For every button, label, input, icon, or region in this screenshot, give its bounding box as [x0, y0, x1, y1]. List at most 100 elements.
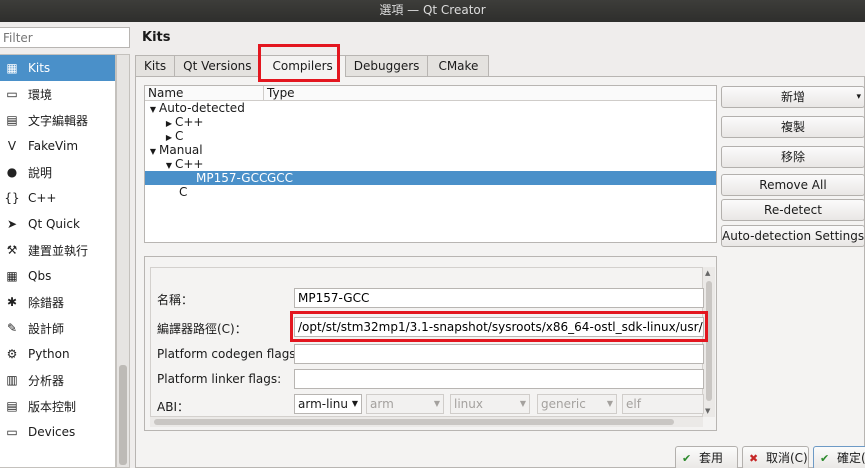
sidebar-item-designer[interactable]: ✎ 設計師	[0, 315, 115, 341]
name-field[interactable]	[294, 288, 704, 308]
abi-os-value: linux	[454, 397, 483, 411]
cancel-button[interactable]: ✖ 取消(C)	[742, 446, 809, 468]
tree-header: Name Type	[145, 86, 716, 101]
page-title: Kits	[142, 30, 171, 45]
tab-cmake[interactable]: CMake	[427, 55, 490, 76]
platform-codegen-flags-field[interactable]	[294, 344, 704, 364]
tree-row[interactable]: ▶ C++	[145, 115, 716, 129]
abi-os-select[interactable]: linux ▼	[450, 394, 530, 414]
scrollbar-thumb[interactable]	[119, 365, 127, 465]
sidebar-item-debugger[interactable]: ✱ 除錯器	[0, 289, 115, 315]
sidebar-item-fakevim[interactable]: V FakeVim	[0, 133, 115, 159]
ok-button[interactable]: ✔ 確定(O)	[813, 446, 865, 468]
column-header-type[interactable]: Type	[264, 86, 295, 100]
sidebar-item-text-editor[interactable]: ▤ 文字編輯器	[0, 107, 115, 133]
tab-debuggers[interactable]: Debuggers	[344, 55, 429, 76]
tab-compilers[interactable]: Compilers	[259, 55, 346, 77]
sidebar-item-label: 建置並執行	[28, 243, 89, 258]
abi-select-value: arm-linux	[298, 397, 348, 411]
sidebar-item-label: FakeVim	[28, 139, 79, 153]
check-icon: ✔	[682, 452, 692, 465]
platform-codegen-flags-label: Platform codegen flags:	[157, 347, 300, 361]
platform-linker-flags-field[interactable]	[294, 369, 704, 389]
abi-format-select[interactable]: elf	[622, 394, 704, 414]
sidebar-item-label: 設計師	[28, 321, 65, 336]
tab-kits[interactable]: Kits	[135, 55, 176, 76]
tree-row[interactable]: ▼ C++	[145, 157, 716, 171]
help-icon: ●	[6, 165, 18, 179]
sidebar-item-cpp[interactable]: {} C++	[0, 185, 115, 211]
sidebar-item-label: 說明	[28, 165, 53, 180]
chevron-down-icon: ▼	[519, 399, 526, 408]
abi-architecture-select[interactable]: arm ▼	[366, 394, 444, 414]
tree-row-name: C	[175, 129, 184, 143]
cancel-button-label: 取消(C)	[766, 451, 808, 465]
sidebar-item-qbs[interactable]: ▦ Qbs	[0, 263, 115, 289]
compiler-path-label: 編譯器路徑(C)：	[157, 322, 247, 336]
sidebar-item-build-run[interactable]: ⚒ 建置並執行	[0, 237, 115, 263]
build-run-icon: ⚒	[6, 243, 18, 257]
apply-button[interactable]: ✔ 套用	[675, 446, 738, 468]
sidebar-item-analyzer[interactable]: ▥ 分析器	[0, 367, 115, 393]
tree-row[interactable]: C	[145, 185, 716, 199]
compiler-tree: Name Type ▼ Auto-detected ▶ C++ ▶ C ▼ Manual…	[144, 85, 717, 243]
sidebar-item-devices[interactable]: ▭ Devices	[0, 419, 115, 445]
tree-row[interactable]: ▼ Auto-detected	[145, 101, 716, 115]
chevron-down-icon: ▼	[606, 399, 613, 408]
abi-flavor-select[interactable]: generic ▼	[537, 394, 617, 414]
add-button[interactable]: 新增 ▾	[721, 86, 865, 108]
sidebar-item-qt-quick[interactable]: ➤ Qt Quick	[0, 211, 115, 237]
analyzer-icon: ▥	[6, 373, 18, 387]
scrollbar-thumb[interactable]	[154, 419, 674, 425]
scrollbar-thumb[interactable]	[706, 281, 712, 401]
clone-button[interactable]: 複製	[721, 116, 865, 138]
sidebar-item-label: 分析器	[28, 373, 65, 388]
tree-row[interactable]: ▶ C	[145, 129, 716, 143]
details-horizontal-scrollbar[interactable]	[150, 417, 703, 427]
tree-row[interactable]: ▼ Manual	[145, 143, 716, 157]
sidebar-item-label: 除錯器	[28, 295, 65, 310]
sidebar-item-label: Kits	[28, 61, 51, 75]
abi-format-value: elf	[626, 397, 641, 411]
monitor-icon: ▭	[6, 87, 18, 101]
redetect-button[interactable]: Re-detect	[721, 199, 865, 221]
details-vertical-scrollbar[interactable]: ▲ ▼	[703, 267, 715, 417]
sidebar-item-version-control[interactable]: ▤ 版本控制	[0, 393, 115, 419]
fakevim-icon: V	[7, 139, 17, 153]
sidebar-item-environment[interactable]: ▭ 環境	[0, 81, 115, 107]
filter-input[interactable]	[0, 27, 130, 48]
tab-qt-versions[interactable]: Qt Versions	[174, 55, 261, 76]
sidebar-item-python[interactable]: ⚙ Python	[0, 341, 115, 367]
tree-row-name: C++	[175, 157, 204, 171]
tree-row-name: MP157-GCC	[196, 171, 268, 185]
check-icon: ✔	[820, 452, 830, 465]
tree-row-type: GCC	[267, 171, 294, 185]
compiler-path-field[interactable]	[294, 317, 704, 337]
column-header-name[interactable]: Name	[145, 86, 264, 100]
sidebar-item-help[interactable]: ● 說明	[0, 159, 115, 185]
tree-row-selected[interactable]: MP157-GCC GCC	[145, 171, 716, 185]
remove-all-button[interactable]: Remove All	[721, 174, 865, 196]
scroll-down-icon[interactable]: ▼	[705, 407, 710, 415]
sidebar-item-label: Qt Quick	[28, 217, 80, 231]
python-icon: ⚙	[6, 347, 18, 361]
sidebar-item-label: 版本控制	[28, 399, 77, 414]
scroll-up-icon[interactable]: ▲	[705, 269, 710, 277]
auto-detection-settings-button[interactable]: Auto-detection Settings...	[721, 225, 865, 247]
chevron-down-icon: ▾	[856, 92, 861, 102]
tab-bar: Kits Qt Versions Compilers Debuggers CMa…	[135, 55, 490, 77]
sidebar-item-label: Qbs	[28, 269, 52, 283]
abi-architecture-value: arm	[370, 397, 394, 411]
remove-button[interactable]: 移除	[721, 146, 865, 168]
designer-icon: ✎	[6, 321, 18, 335]
sidebar-item-label: C++	[28, 191, 57, 205]
platform-linker-flags-label: Platform linker flags:	[157, 372, 282, 386]
abi-select[interactable]: arm-linux▼	[294, 394, 362, 414]
tree-row-name: Manual	[159, 143, 203, 157]
abi-flavor-value: generic	[541, 397, 586, 411]
chevron-down-icon: ▼	[351, 399, 358, 408]
sidebar-item-kits[interactable]: ▦ Kits	[0, 55, 115, 81]
text-editor-icon: ▤	[6, 113, 18, 127]
sidebar-scrollbar[interactable]	[116, 54, 130, 468]
devices-icon: ▭	[6, 425, 18, 439]
